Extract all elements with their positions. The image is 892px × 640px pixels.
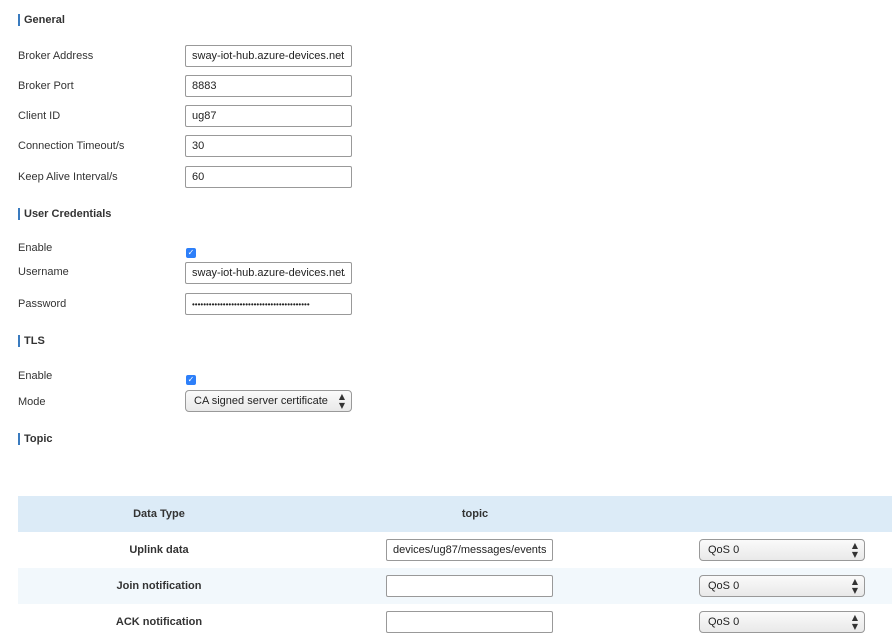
row-data-type: Uplink data — [129, 544, 189, 556]
password-input[interactable] — [185, 293, 352, 315]
broker-port-input[interactable] — [185, 75, 352, 97]
broker-address-input[interactable] — [185, 45, 352, 67]
username-label: Username — [18, 266, 69, 278]
tls-enable-checkbox[interactable]: ✓ — [186, 375, 196, 385]
up-down-arrows-icon: ▲ ▼ — [851, 613, 858, 631]
section-title-general: General — [18, 13, 65, 27]
username-input[interactable] — [185, 262, 352, 284]
up-down-arrows-icon: ▲ ▼ — [851, 541, 858, 559]
client-id-input[interactable] — [185, 105, 352, 127]
up-down-arrows-icon: ▲ ▼ — [338, 392, 345, 410]
password-label: Password — [18, 298, 67, 310]
broker-port-label: Broker Port — [18, 80, 74, 92]
tls-enable-label: Enable — [18, 370, 53, 382]
tls-mode-select[interactable]: CA signed server certificate ▲ ▼ — [185, 390, 352, 412]
connection-timeout-label: Connection Timeout/s — [18, 140, 125, 152]
topic-table: Data Type topic Uplink data QoS 0 ▲▼ Joi… — [18, 496, 892, 640]
table-row: ACK notification QoS 0 ▲ ▼ — [18, 604, 892, 640]
row-qos-select[interactable]: QoS 0 ▲ ▼ — [699, 575, 865, 597]
row-qos-value: QoS 0 — [708, 580, 740, 592]
checkmark-icon: ✓ — [187, 248, 195, 257]
row-data-type: ACK notification — [115, 616, 203, 628]
keep-alive-input[interactable] — [185, 166, 352, 188]
up-down-arrows-icon: ▲ ▼ — [851, 577, 858, 595]
table-row: Uplink data QoS 0 ▲▼ — [18, 532, 892, 568]
table-row: Join notification QoS 0 ▲ ▼ — [18, 568, 892, 604]
credentials-enable-checkbox[interactable]: ✓ — [186, 248, 196, 258]
row-qos-select[interactable]: QoS 0 ▲ ▼ — [699, 539, 865, 561]
checkmark-icon: ✓ — [187, 375, 195, 384]
row-topic-input[interactable] — [386, 611, 553, 633]
header-data-type: Data Type — [133, 508, 185, 520]
topic-table-header: Data Type topic — [18, 496, 892, 532]
section-title-credentials: User Credentials — [18, 207, 111, 221]
section-title-topic: Topic — [18, 432, 53, 446]
row-qos-value: QoS 0 — [708, 616, 740, 628]
credentials-enable-label: Enable — [18, 242, 53, 254]
tls-mode-label: Mode — [18, 396, 46, 408]
keep-alive-label: Keep Alive Interval/s — [18, 171, 118, 183]
tls-mode-value: CA signed server certificate — [194, 395, 328, 407]
client-id-label: Client ID — [18, 110, 61, 122]
header-topic: topic — [461, 508, 489, 520]
row-topic-input[interactable] — [386, 575, 553, 597]
row-data-type: Join notification — [116, 580, 202, 592]
row-topic-input[interactable] — [386, 539, 553, 561]
broker-address-label: Broker Address — [18, 50, 94, 62]
section-title-tls: TLS — [18, 334, 45, 348]
row-qos-select[interactable]: QoS 0 ▲ ▼ — [699, 611, 865, 633]
connection-timeout-input[interactable] — [185, 135, 352, 157]
row-qos-value: QoS 0 — [708, 544, 740, 556]
